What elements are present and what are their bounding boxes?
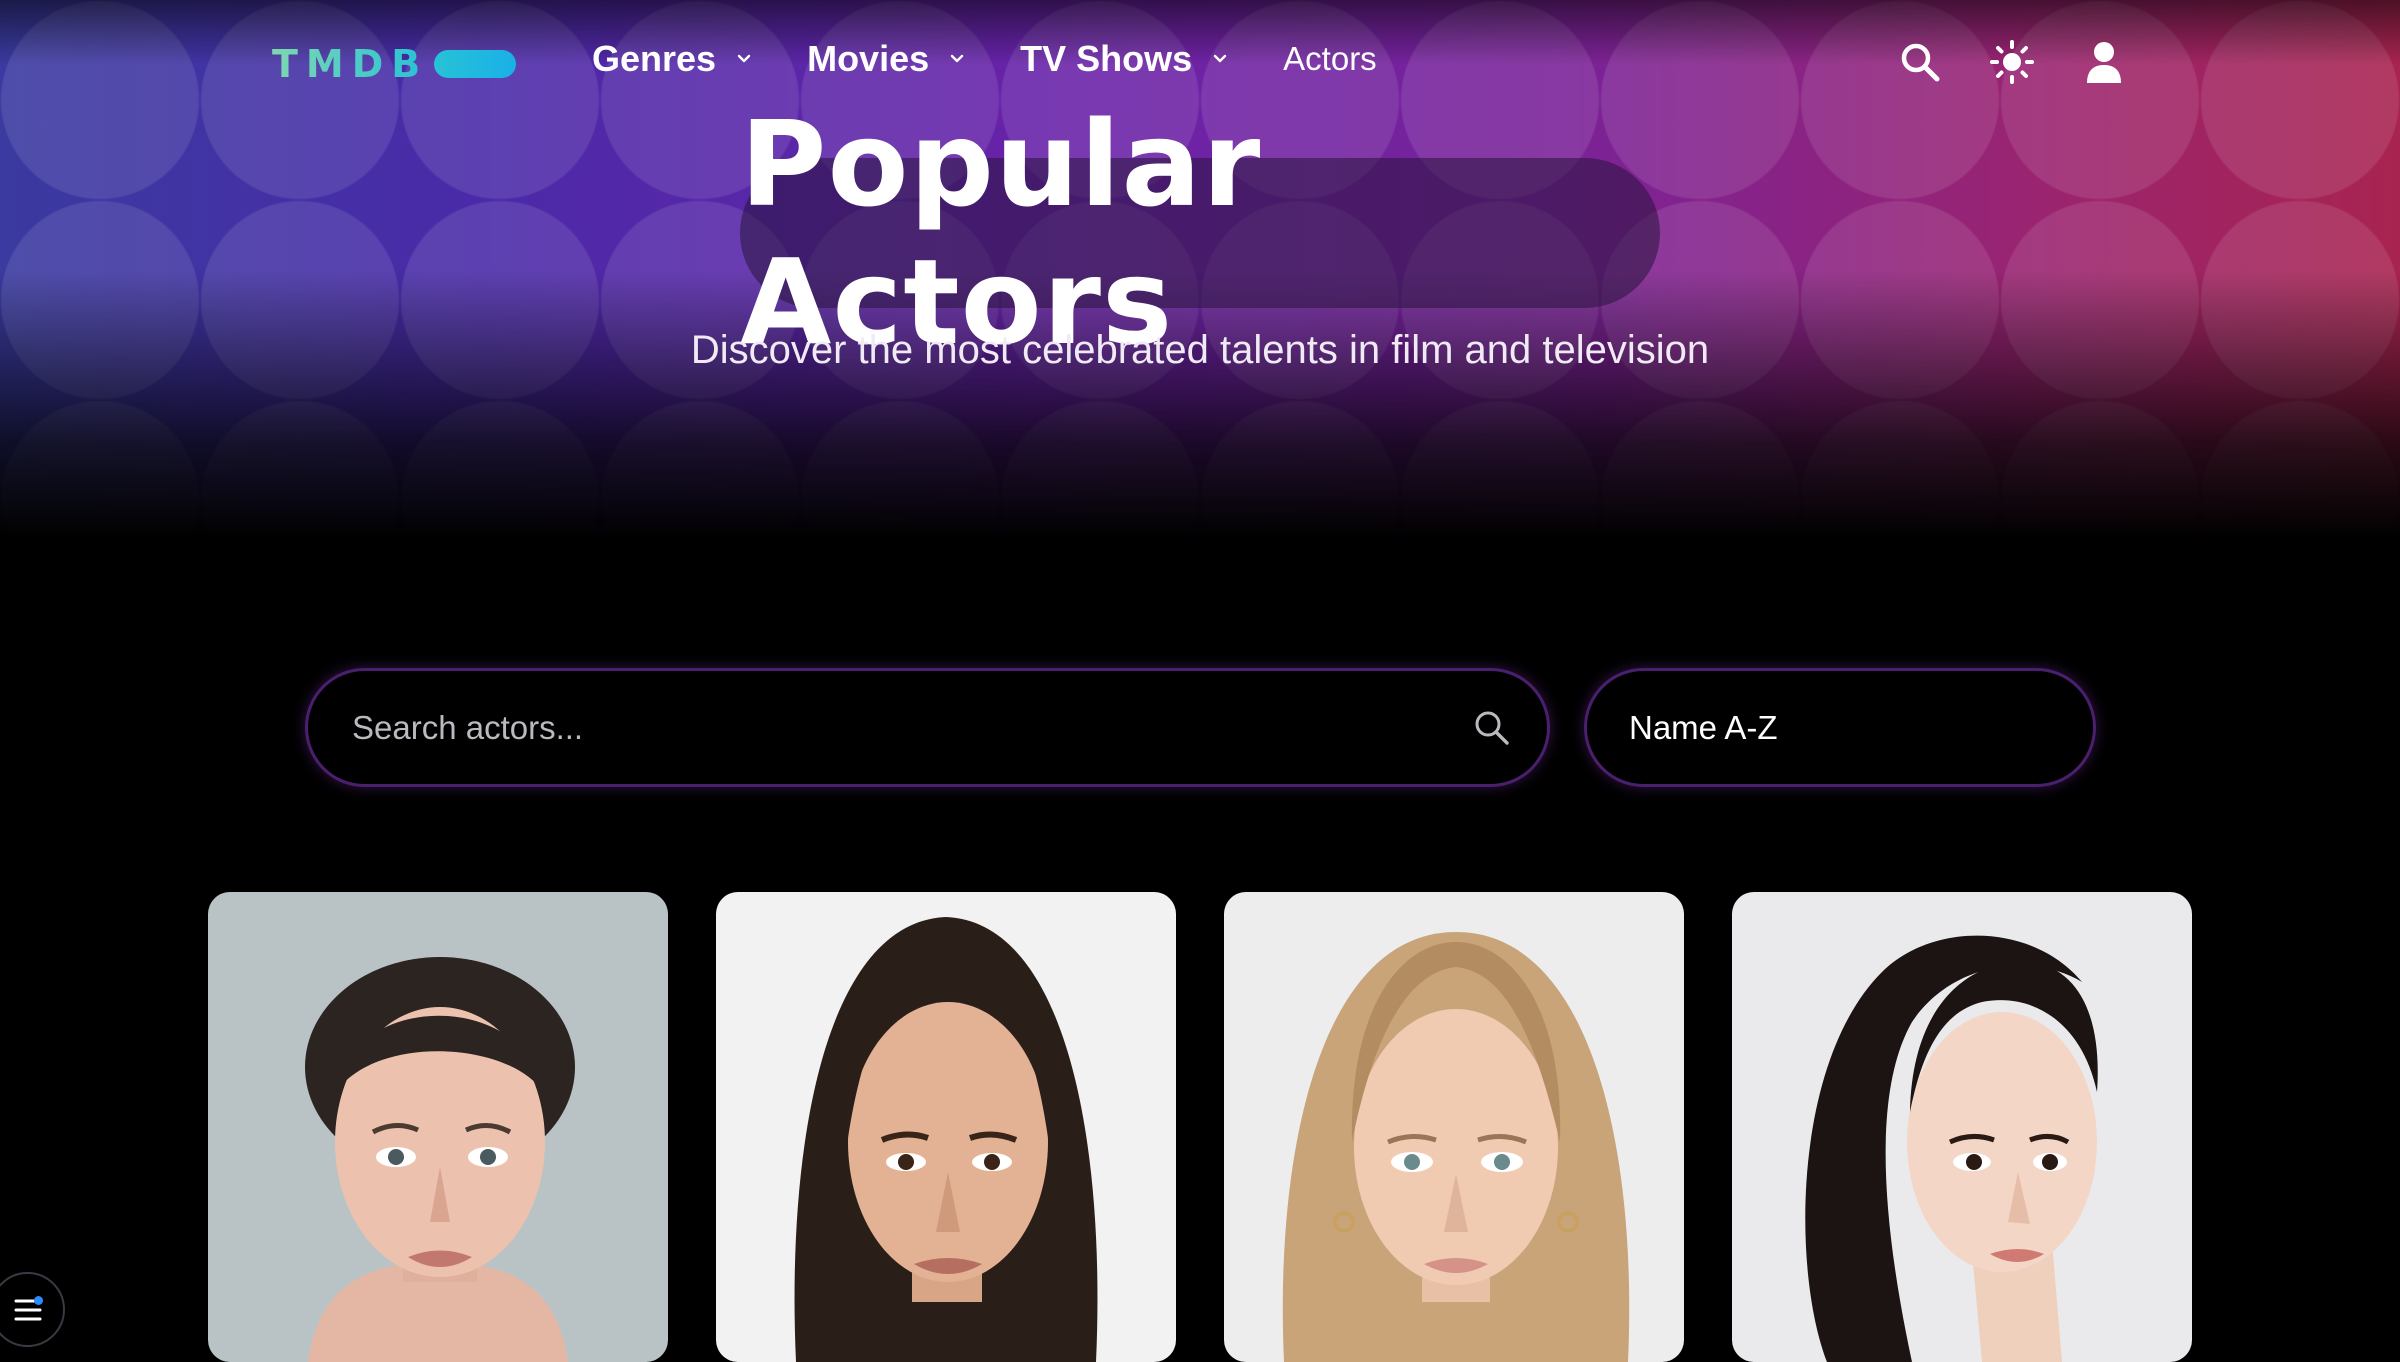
chevron-down-icon [1213, 54, 1227, 63]
actor-search [305, 668, 1550, 787]
actor-photo-2 [716, 892, 1176, 1362]
logo-text: TMDB [272, 42, 429, 86]
actor-card[interactable] [208, 892, 668, 1362]
actor-card[interactable] [1732, 892, 2192, 1362]
actor-card[interactable] [1224, 892, 1684, 1362]
nav-genres[interactable]: Genres [592, 38, 752, 80]
logo-pill-icon [434, 50, 517, 78]
nav-actors-label: Actors [1283, 40, 1377, 77]
search-submit-icon[interactable] [1467, 703, 1517, 753]
actor-photo-3 [1224, 892, 1684, 1362]
actor-card[interactable] [716, 892, 1176, 1362]
sort-dropdown[interactable]: Name A-Z [1584, 668, 2096, 787]
nav-actors[interactable]: Actors [1283, 40, 1377, 78]
nav-genres-label: Genres [592, 38, 717, 79]
sort-selected-value: Name A-Z [1629, 708, 1778, 746]
logo[interactable]: TMDB [272, 42, 517, 86]
nav-links: Genres Movies TV Shows Actors [592, 38, 1432, 80]
search-input[interactable] [350, 707, 1467, 748]
title-pill: Popular Actors [740, 95, 1660, 371]
chevron-down-icon [737, 54, 751, 63]
nav-movies[interactable]: Movies [807, 38, 965, 80]
user-icon[interactable] [2080, 38, 2128, 86]
actor-photo-4 [1732, 892, 2192, 1362]
actor-photo-1 [208, 892, 668, 1362]
nav-tv-shows-label: TV Shows [1020, 38, 1193, 79]
menu-fab[interactable] [0, 1272, 65, 1347]
page-subtitle: Discover the most celebrated talents in … [690, 328, 1710, 372]
search-icon[interactable] [1896, 38, 1944, 86]
chevron-down-icon [950, 54, 964, 63]
notification-dot [34, 1296, 43, 1305]
nav-movies-label: Movies [807, 38, 930, 79]
nav-tv-shows[interactable]: TV Shows [1020, 38, 1228, 80]
theme-toggle-icon[interactable] [1988, 38, 2036, 86]
nav-icons [1896, 38, 2172, 86]
